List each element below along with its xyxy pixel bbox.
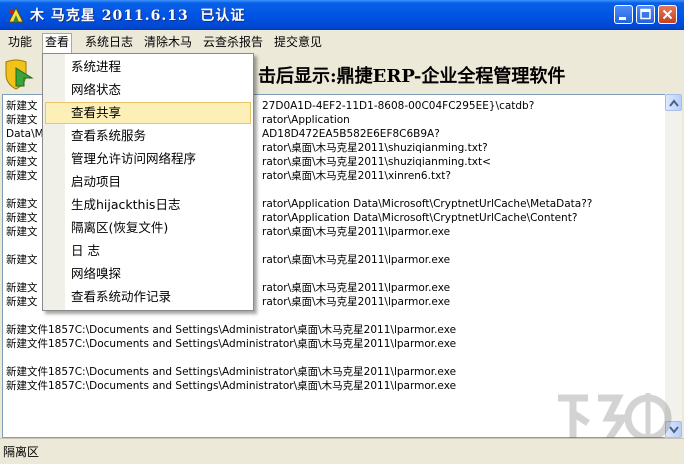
- chevron-up-icon: [669, 99, 679, 107]
- menu-item-network-sniffer[interactable]: 网络嗅探: [45, 263, 251, 285]
- log-line: 新建文 rator\Application Data\Microsoft\Cryp…: [6, 198, 593, 210]
- menu-item-system-action-records[interactable]: 查看系统动作记录: [45, 286, 251, 308]
- menu-item-hijackthis-log[interactable]: 生成hijackthis日志: [45, 194, 251, 216]
- log-line: 新建文 27D0A1D-4EF2-11D1-8608-00C04FC295EE}\…: [6, 100, 535, 112]
- title-bar[interactable]: 木 马克星 2011.6.13 已认证: [0, 0, 684, 30]
- app-logo-icon: [7, 6, 25, 24]
- menu-item-quarantine[interactable]: 隔离区(恢复文件): [45, 217, 251, 239]
- shield-icon[interactable]: [2, 58, 38, 95]
- log-line: 新建文 rator\桌面\木马克星2011\lparmor.exe: [6, 226, 451, 238]
- window-title: 木 马克星 2011.6.13 已认证: [30, 8, 246, 24]
- log-line: 新建文 rator\Application Data\Microsoft\Cryp…: [6, 212, 578, 224]
- log-line: 新建文件1857C:\Documents and Settings\Admini…: [6, 366, 457, 378]
- menu-item-view-shares[interactable]: 查看共享: [45, 102, 251, 124]
- status-bar: 隔离区: [0, 438, 684, 464]
- view-dropdown-menu: 系统进程 网络状态 查看共享 查看系统服务 管理允许访问网络程序 启动项目 生成…: [42, 53, 254, 311]
- menu-cloud-report[interactable]: 云查杀报告: [202, 34, 264, 51]
- menu-item-startup-items[interactable]: 启动项目: [45, 171, 251, 193]
- app-window: 木 马克星 2011.6.13 已认证 功能 查看 系统日志 清除木马 云查杀报…: [0, 0, 684, 464]
- log-line: 新建文件1857C:\Documents and Settings\Admini…: [6, 380, 457, 392]
- log-line: 新建文件1857C:\Documents and Settings\Admini…: [6, 338, 457, 350]
- menu-system-log[interactable]: 系统日志: [84, 34, 134, 51]
- minimize-button[interactable]: [614, 5, 633, 24]
- menu-item-system-services[interactable]: 查看系统服务: [45, 125, 251, 147]
- menu-view[interactable]: 查看: [42, 33, 73, 54]
- scroll-up-button[interactable]: [665, 94, 682, 111]
- log-line: 新建文 rator\Application: [6, 114, 350, 126]
- log-line: 新建文 rator\桌面\木马克星2011\lparmor.exe: [6, 296, 451, 308]
- menu-remove-trojan[interactable]: 清除木马: [143, 34, 193, 51]
- menu-feedback[interactable]: 提交意见: [273, 34, 323, 51]
- log-line: 新建文件1857C:\Documents and Settings\Admini…: [6, 324, 457, 336]
- menu-function[interactable]: 功能: [7, 34, 33, 51]
- log-line: Data\Mi AD18D472EA5B582E6EF8C6B9A?: [6, 128, 440, 140]
- menu-item-allowed-network-programs[interactable]: 管理允许访问网络程序: [45, 148, 251, 170]
- close-button[interactable]: [658, 5, 677, 24]
- menu-item-system-process[interactable]: 系统进程: [45, 56, 251, 78]
- menu-bar: 功能 查看 系统日志 清除木马 云查杀报告 提交意见: [0, 30, 684, 54]
- log-line: 新建文 rator\桌面\木马克星2011\lparmor.exe: [6, 282, 451, 294]
- log-line: 新建文 rator\桌面\木马克星2011\shuziqianming.txt?: [6, 142, 488, 154]
- status-text: 隔离区: [3, 445, 40, 459]
- log-line: 新建文 rator\桌面\木马克星2011\shuziqianming.txt<: [6, 156, 491, 168]
- log-line: 新建文 rator\桌面\木马克星2011\lparmor.exe: [6, 254, 451, 266]
- menu-item-log[interactable]: 日 志: [45, 240, 251, 262]
- log-line: 新建文 rator\桌面\木马克星2011\xinren6.txt?: [6, 170, 451, 182]
- banner-text: 击后显示:鼎捷ERP-企业全程管理软件: [258, 66, 566, 87]
- maximize-button[interactable]: [636, 5, 655, 24]
- menu-item-network-status[interactable]: 网络状态: [45, 79, 251, 101]
